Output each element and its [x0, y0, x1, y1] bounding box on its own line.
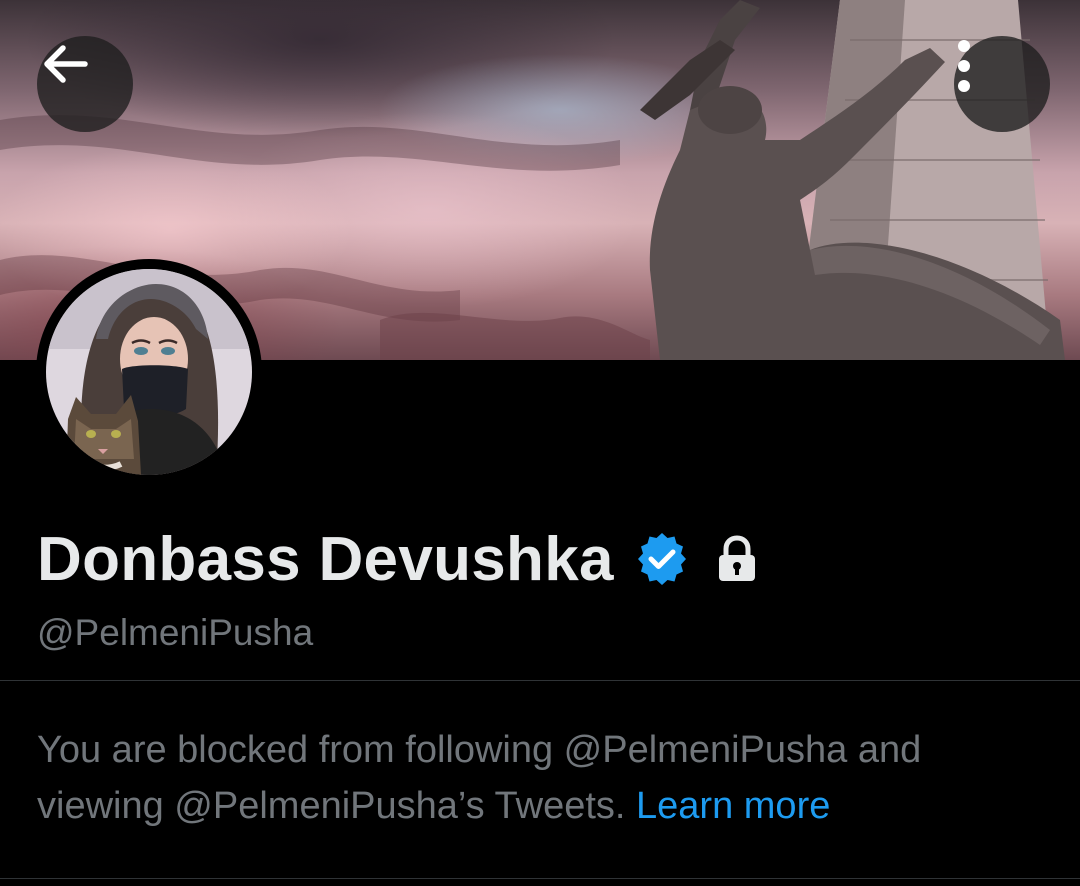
back-button[interactable] [37, 36, 133, 132]
verified-badge-icon[interactable] [636, 533, 688, 585]
more-options-button[interactable] [954, 36, 1050, 132]
profile-handle: @PelmeniPusha [37, 612, 314, 653]
divider-bottom [0, 878, 1080, 879]
lock-icon [716, 535, 758, 583]
blocked-notice: You are blocked from following @PelmeniP… [37, 722, 1047, 834]
arrow-left-icon [44, 45, 88, 83]
avatar[interactable] [36, 259, 262, 485]
display-name: Donbass Devushka [37, 524, 614, 594]
divider [0, 680, 1080, 681]
learn-more-link[interactable]: Learn more [636, 785, 830, 827]
profile-name-row: Donbass Devushka [37, 519, 758, 599]
avatar-image [46, 269, 252, 475]
more-vertical-icon [958, 40, 970, 92]
